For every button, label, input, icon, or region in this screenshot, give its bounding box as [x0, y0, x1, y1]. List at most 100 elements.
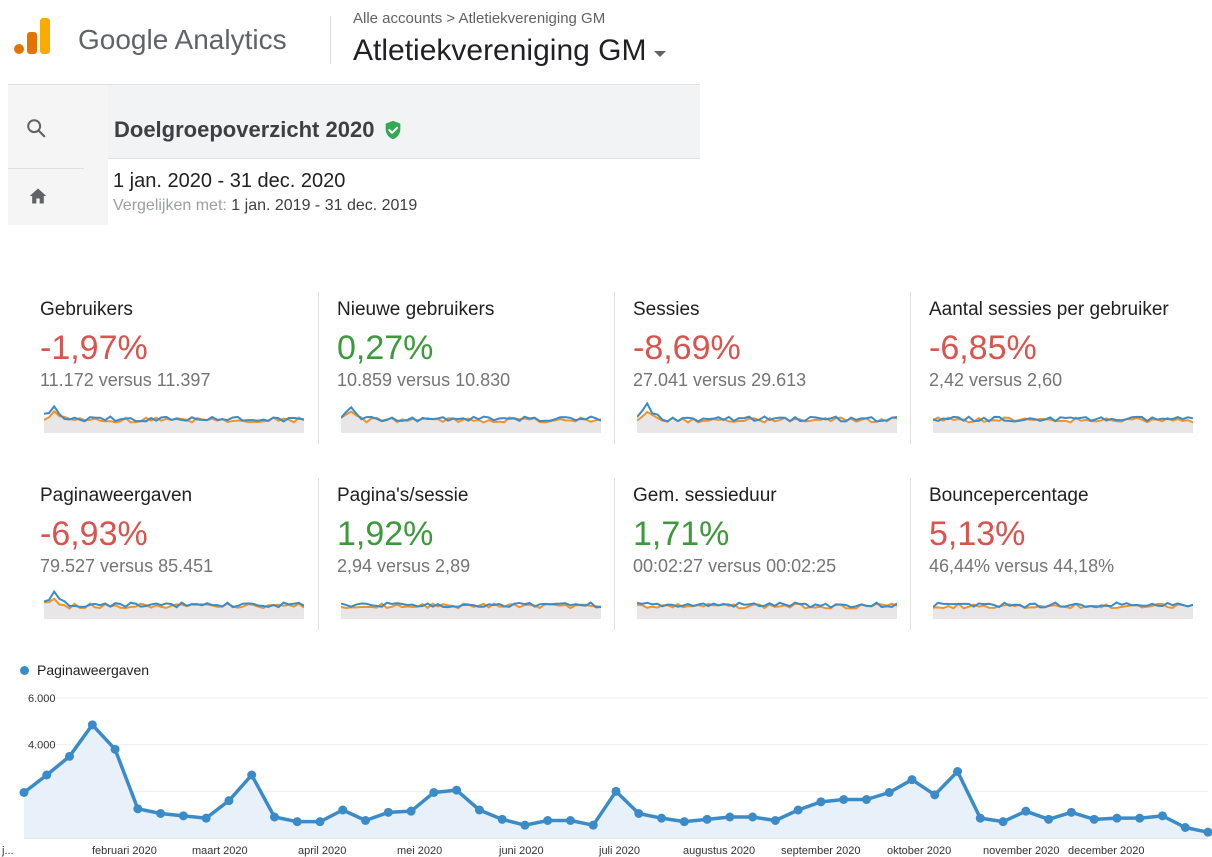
metric-divider: [910, 292, 911, 444]
metric-name: Gem. sessieduur: [633, 485, 777, 506]
y-tick-label: 6.000: [28, 693, 56, 705]
compare-range[interactable]: Vergelijken met: 1 jan. 2019 - 31 dec. 2…: [113, 197, 417, 215]
metric-tile[interactable]: Gem. sessieduur 1,71% 00:02:27 versus 00:0…: [633, 485, 903, 625]
metric-divider: [614, 478, 615, 630]
metric-name: Sessies: [633, 299, 700, 320]
data-point: [361, 816, 371, 825]
legend-label: Paginaweergaven: [37, 662, 150, 678]
x-tick-label: november 2020: [983, 845, 1059, 857]
sparkline-current-series: [637, 401, 897, 423]
data-point: [657, 813, 667, 823]
x-tick-label: december 2020: [1068, 845, 1144, 857]
metric-change: 0,27%: [337, 329, 434, 367]
x-tick-label: april 2020: [298, 845, 346, 857]
x-tick-label: augustus 2020: [683, 845, 755, 857]
data-point: [565, 816, 575, 825]
data-point: [474, 805, 484, 815]
metric-values: 46,44% versus 44,18%: [929, 556, 1115, 576]
data-point: [19, 788, 29, 797]
data-point: [1180, 823, 1190, 832]
data-point: [1066, 807, 1076, 817]
metric-name: Pagina's/sessie: [337, 485, 469, 506]
metric-name: Nieuwe gebruikers: [337, 299, 495, 320]
metric-divider: [910, 478, 911, 630]
metric-name: Paginaweergaven: [40, 485, 193, 506]
x-tick-label: j...: [1, 845, 14, 857]
data-point: [907, 775, 917, 785]
data-point: [520, 820, 530, 830]
metric-values: 2,42 versus 2,60: [929, 370, 1063, 390]
data-point: [543, 816, 553, 825]
metric-sparkline: [44, 589, 304, 619]
data-point: [861, 795, 871, 804]
metric-name: Aantal sessies per gebruiker: [929, 299, 1169, 320]
data-point: [497, 814, 507, 824]
data-point: [1157, 811, 1167, 821]
data-point: [634, 809, 644, 818]
metric-sparkline: [933, 601, 1193, 619]
x-tick-label: februari 2020: [92, 845, 157, 857]
metric-sparkline: [44, 404, 304, 433]
date-range-picker[interactable]: 1 jan. 2020 - 31 dec. 2020: [113, 170, 345, 193]
app-header: Google Analytics Alle accounts > Atletie…: [0, 0, 1212, 84]
metric-tile[interactable]: Bouncepercentage 5,13% 46,44% versus 44,18…: [929, 485, 1199, 625]
metric-name: Bouncepercentage: [929, 485, 1089, 506]
sparkline-area: [341, 411, 601, 433]
pageviews-line-chart[interactable]: 2.0004.0006.000j...februari 2020maart 20…: [0, 680, 1212, 857]
breadcrumb[interactable]: Alle accounts > Atletiekvereniging GM: [353, 10, 605, 27]
metric-change: -6,93%: [40, 515, 148, 553]
compare-label: Vergelijken met:: [113, 197, 227, 214]
metric-sparkline: [341, 601, 601, 619]
metric-tile[interactable]: Gebruikers -1,97% 11.172 versus 11.397: [40, 299, 310, 439]
data-point: [611, 786, 621, 796]
metric-tile[interactable]: Aantal sessies per gebruiker -6,85% 2,42 v…: [929, 299, 1199, 439]
account-selector[interactable]: Atletiekvereniging GM: [353, 34, 667, 68]
header-divider: [330, 16, 331, 64]
x-tick-label: maart 2020: [192, 845, 248, 857]
metric-change: 1,92%: [337, 515, 434, 553]
data-point: [452, 785, 462, 795]
x-tick-label: oktober 2020: [887, 845, 951, 857]
metric-sparkline: [933, 415, 1193, 433]
data-point: [178, 811, 188, 821]
chart-legend[interactable]: Paginaweergaven: [20, 662, 149, 678]
data-point: [338, 805, 348, 815]
caret-down-icon: [654, 51, 667, 57]
metric-values: 2,94 versus 2,89: [337, 556, 471, 576]
x-tick-label: juni 2020: [498, 845, 544, 857]
data-point: [247, 770, 257, 780]
metric-name: Gebruikers: [40, 299, 133, 320]
metric-tile[interactable]: Sessies -8,69% 27.041 versus 29.613: [633, 299, 903, 439]
data-point: [42, 770, 52, 780]
product-name[interactable]: Google Analytics: [78, 24, 287, 56]
legend-marker: [20, 665, 29, 675]
data-point: [1044, 814, 1054, 824]
x-tick-label: mei 2020: [397, 845, 442, 857]
metric-tile[interactable]: Pagina's/sessie 1,92% 2,94 versus 2,89: [337, 485, 607, 625]
metric-values: 27.041 versus 29.613: [633, 370, 807, 390]
metric-change: 1,71%: [633, 515, 730, 553]
y-tick-label: 4.000: [28, 740, 56, 752]
home-icon[interactable]: [28, 186, 48, 206]
search-icon[interactable]: [25, 117, 47, 139]
data-point: [1135, 813, 1145, 823]
metric-sparkline: [637, 601, 897, 619]
metric-values: 10.859 versus 10.830: [337, 370, 511, 390]
data-point: [588, 820, 598, 830]
nav-separator: [8, 168, 84, 169]
data-point: [679, 817, 689, 827]
data-point: [1021, 806, 1031, 816]
metric-tile[interactable]: Paginaweergaven -6,93% 79.527 versus 85.45…: [40, 485, 310, 625]
verified-shield-icon: [386, 120, 401, 140]
metric-tile[interactable]: Nieuwe gebruikers 0,27% 10.859 versus 10.8…: [337, 299, 607, 439]
x-tick-label: september 2020: [781, 845, 861, 857]
google-analytics-logo-icon[interactable]: [14, 18, 50, 58]
data-point: [383, 807, 393, 817]
data-point: [1089, 814, 1099, 824]
compare-date: 1 jan. 2019 - 31 dec. 2019: [231, 197, 418, 214]
data-point: [156, 809, 166, 818]
metric-change: -1,97%: [40, 329, 148, 367]
metric-values: 79.527 versus 85.451: [40, 556, 214, 576]
data-point: [87, 720, 97, 730]
data-point: [292, 817, 302, 827]
